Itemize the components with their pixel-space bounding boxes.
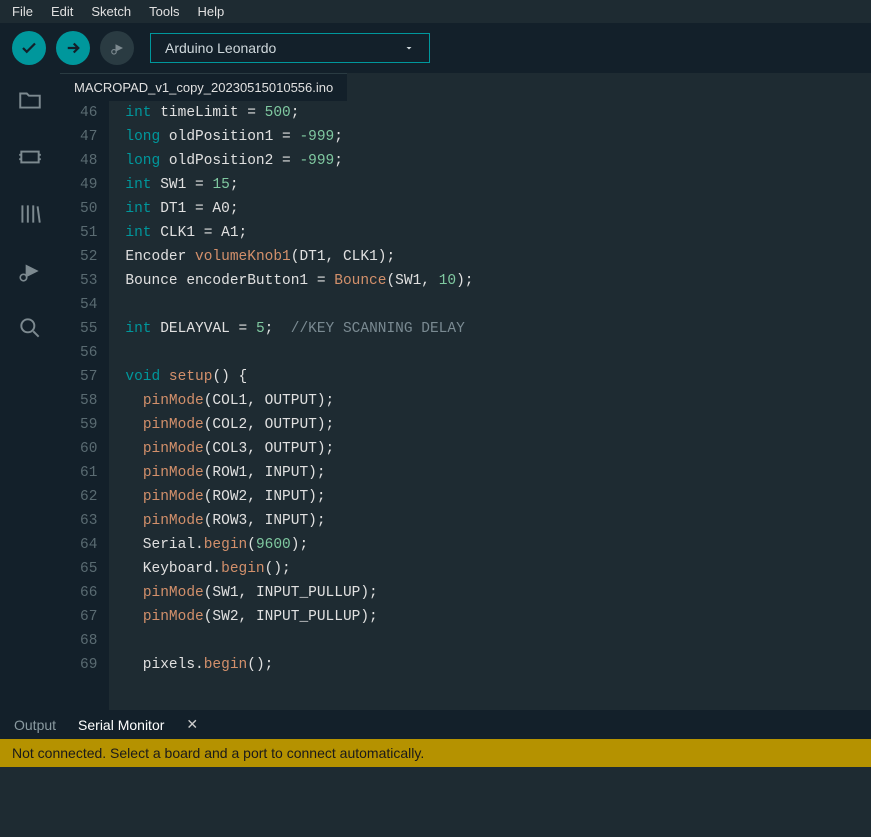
board-label: Arduino Leonardo [165,40,276,56]
search-icon[interactable] [17,315,43,346]
chevron-down-icon [403,42,415,54]
folder-icon[interactable] [17,87,43,118]
code-content[interactable]: int timeLimit = 500;long oldPosition1 = … [109,101,871,710]
close-icon[interactable]: ✕ [186,716,198,733]
code-editor[interactable]: 4647484950515253545556575859606162636465… [60,101,871,710]
editor-area: MACROPAD_v1_copy_20230515010556.ino 4647… [60,73,871,710]
debug-button[interactable] [100,31,134,65]
sidebar [0,73,60,710]
line-gutter: 4647484950515253545556575859606162636465… [60,101,109,710]
status-message: Not connected. Select a board and a port… [0,739,871,767]
serial-monitor-panel [0,767,871,837]
menu-tools[interactable]: Tools [149,4,179,19]
bottom-panel-tabs: Output Serial Monitor ✕ [0,710,871,739]
board-selector[interactable]: Arduino Leonardo [150,33,430,63]
menu-edit[interactable]: Edit [51,4,73,19]
arrow-right-icon [64,39,82,57]
library-manager-icon[interactable] [17,201,43,232]
toolbar: Arduino Leonardo [0,23,871,73]
upload-button[interactable] [56,31,90,65]
verify-button[interactable] [12,31,46,65]
tab-serial-monitor[interactable]: Serial Monitor [78,717,164,733]
menubar: File Edit Sketch Tools Help [0,0,871,23]
debug-panel-icon[interactable] [17,258,43,289]
file-tab[interactable]: MACROPAD_v1_copy_20230515010556.ino [60,73,347,101]
menu-sketch[interactable]: Sketch [91,4,131,19]
board-manager-icon[interactable] [17,144,43,175]
debug-icon [108,39,126,57]
menu-help[interactable]: Help [197,4,224,19]
tab-output[interactable]: Output [14,717,56,733]
menu-file[interactable]: File [12,4,33,19]
check-icon [20,39,38,57]
